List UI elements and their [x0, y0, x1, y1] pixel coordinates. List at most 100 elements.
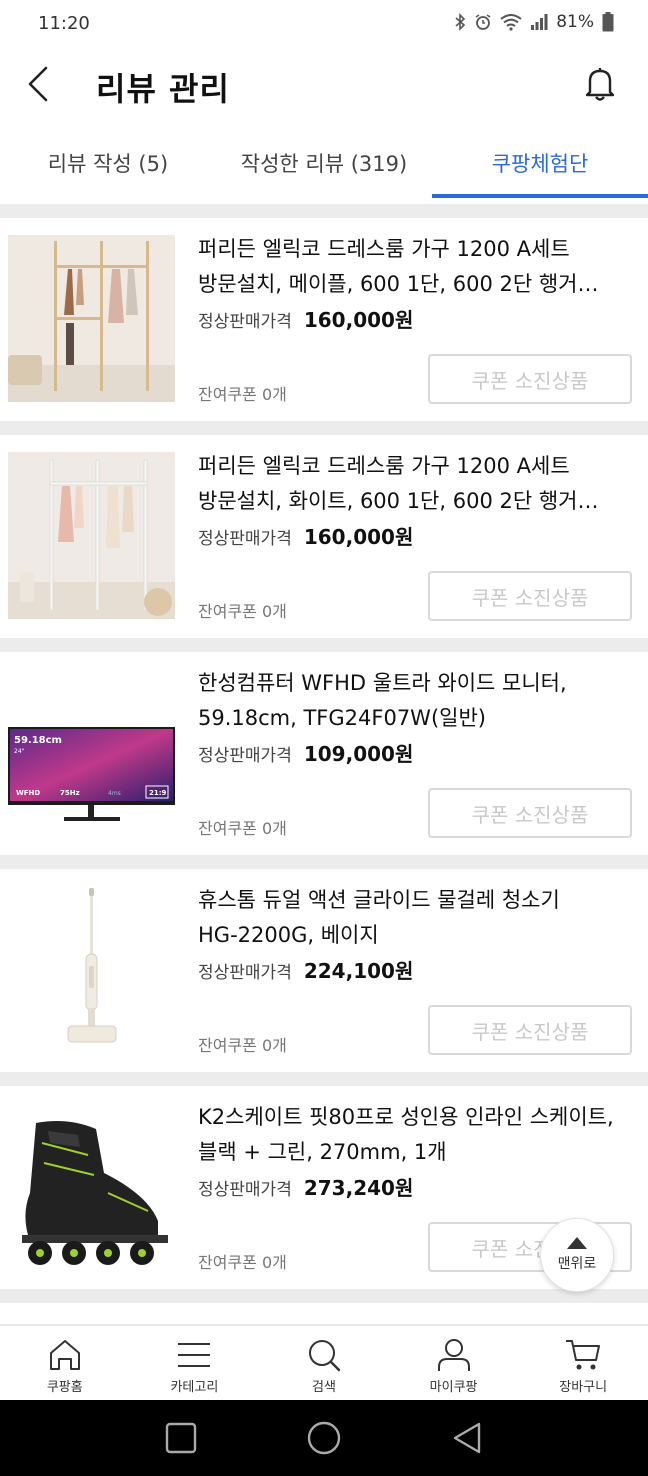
- product-info: K2스케이트 핏80프로 성인용 인라인 스케이트, 블랙 + 그린, 270m…: [198, 1100, 628, 1201]
- product-title: 한성컴퓨터 WFHD 울트라 와이드 모니터,: [198, 671, 567, 695]
- divider: [0, 421, 648, 435]
- nav-label: 마이쿠팡: [429, 1380, 478, 1395]
- product-info: 퍼리든 엘릭코 드레스룸 가구 1200 A세트 방문설치, 화이트, 600 …: [198, 449, 628, 550]
- coupons-left: 잔여쿠폰 0개: [198, 385, 287, 404]
- divider: [0, 855, 648, 869]
- price-value: 224,100원: [303, 959, 414, 983]
- price-row: 정상판매가격 109,000원: [198, 738, 628, 767]
- divider: [0, 204, 648, 218]
- bluetooth-icon: [455, 13, 466, 31]
- circle-icon: [307, 1421, 341, 1455]
- coupon-exhausted-button[interactable]: 쿠폰 소진상품: [428, 788, 632, 838]
- price-value: 160,000원: [303, 308, 414, 332]
- list-item[interactable]: 휴스톰 듀얼 액션 글라이드 물걸레 청소기 HG-2200G, 베이지 정상판…: [0, 869, 648, 1072]
- search-icon: [308, 1340, 341, 1372]
- thumb-ratio-text: 21:9: [149, 789, 167, 797]
- notification-button[interactable]: [580, 64, 620, 104]
- nav-category[interactable]: 카테고리: [130, 1326, 260, 1400]
- thumb-hz-text: 75Hz: [60, 789, 80, 797]
- coupons-left: 잔여쿠폰 0개: [198, 602, 287, 621]
- status-time: 11:20: [38, 13, 90, 34]
- nav-label: 카테고리: [170, 1380, 219, 1395]
- product-info: 휴스톰 듀얼 액션 글라이드 물걸레 청소기 HG-2200G, 베이지 정상판…: [198, 883, 628, 984]
- battery-icon: [602, 12, 614, 32]
- back-button[interactable]: [18, 62, 58, 106]
- page-title: 리뷰 관리: [96, 70, 230, 108]
- price-label: 정상판매가격: [198, 963, 292, 983]
- nav-my-coupang[interactable]: 마이쿠팡: [389, 1326, 519, 1400]
- triangle-left-icon: [453, 1422, 480, 1454]
- tab-coupang-experience[interactable]: 쿠팡체험단: [432, 128, 648, 198]
- bell-icon: [585, 68, 615, 101]
- triangle-up-icon: [567, 1237, 587, 1249]
- price-row: 정상판매가격 160,000원: [198, 521, 628, 550]
- price-row: 정상판매가격 273,240원: [198, 1172, 628, 1201]
- status-bar: 11:20 81%: [0, 0, 648, 50]
- wifi-icon: [500, 14, 522, 31]
- divider: [0, 1072, 648, 1086]
- tab-write-review[interactable]: 리뷰 작성 (5): [0, 128, 216, 198]
- thumb-diag-text: 24": [14, 748, 25, 755]
- product-title: K2스케이트 핏80프로 성인용 인라인 스케이트,: [198, 1105, 614, 1129]
- price-value: 273,240원: [303, 1176, 414, 1200]
- list-item[interactable]: 59.18cm 24" WFHD 75Hz 4ms 21:9 한성컴퓨터 WFH…: [0, 652, 648, 855]
- coupons-left: 잔여쿠폰 0개: [198, 1253, 287, 1272]
- nav-label: 쿠팡홈: [46, 1380, 83, 1395]
- coupons-left: 잔여쿠폰 0개: [198, 819, 287, 838]
- product-image: [8, 1103, 175, 1270]
- divider: [0, 638, 648, 652]
- price-label: 정상판매가격: [198, 1180, 292, 1200]
- product-title: 59.18cm, TFG24F07W(일반): [198, 706, 486, 730]
- chevron-left-icon: [28, 66, 48, 102]
- nav-cart[interactable]: 장바구니: [518, 1326, 648, 1400]
- tab-written-reviews[interactable]: 작성한 리뷰 (319): [216, 128, 432, 198]
- product-title: 휴스톰 듀얼 액션 글라이드 물걸레 청소기: [198, 888, 560, 912]
- scroll-to-top-label: 맨위로: [557, 1256, 597, 1272]
- battery-percent: 81%: [556, 12, 594, 32]
- nav-home[interactable]: 쿠팡홈: [0, 1326, 130, 1400]
- list-item[interactable]: 퍼리든 엘릭코 드레스룸 가구 1200 A세트 방문설치, 화이트, 600 …: [0, 435, 648, 638]
- status-icons: 81%: [454, 12, 614, 32]
- square-icon: [166, 1422, 197, 1454]
- review-tabs: 리뷰 작성 (5) 작성한 리뷰 (319) 쿠팡체험단: [0, 128, 648, 198]
- coupon-exhausted-button[interactable]: 쿠폰 소진상품: [428, 571, 632, 621]
- divider: [0, 1289, 648, 1303]
- price-value: 160,000원: [303, 525, 414, 549]
- price-label: 정상판매가격: [198, 529, 292, 549]
- product-title: HG-2200G, 베이지: [198, 923, 379, 947]
- price-row: 정상판매가격 224,100원: [198, 955, 628, 984]
- nav-label: 검색: [312, 1380, 336, 1395]
- home-button[interactable]: [300, 1414, 348, 1462]
- recents-button[interactable]: [157, 1414, 205, 1462]
- home-icon: [49, 1340, 80, 1370]
- alarm-icon: [475, 14, 491, 30]
- price-label: 정상판매가격: [198, 746, 292, 766]
- thumb-ms-text: 4ms: [108, 790, 121, 797]
- menu-icon: [178, 1343, 211, 1367]
- product-image: [8, 452, 175, 619]
- signal-icon: [531, 14, 548, 30]
- price-row: 정상판매가격 160,000원: [198, 304, 628, 333]
- coupons-left: 잔여쿠폰 0개: [198, 1036, 287, 1055]
- app-header: 리뷰 관리: [0, 50, 648, 120]
- product-title: 방문설치, 메이플, 600 1단, 600 2단 행거…: [198, 272, 599, 296]
- thumb-wfhd-text: WFHD: [16, 789, 40, 797]
- list-item[interactable]: 퍼리든 엘릭코 드레스룸 가구 1200 A세트 방문설치, 메이플, 600 …: [0, 218, 648, 421]
- product-list: 퍼리든 엘릭코 드레스룸 가구 1200 A세트 방문설치, 메이플, 600 …: [0, 204, 648, 1303]
- cart-icon: [566, 1340, 601, 1370]
- system-back-button[interactable]: [443, 1414, 491, 1462]
- nav-search[interactable]: 검색: [259, 1326, 389, 1400]
- product-title: 방문설치, 화이트, 600 1단, 600 2단 행거…: [198, 489, 599, 513]
- system-nav-bar: [0, 1400, 648, 1476]
- user-icon: [437, 1339, 470, 1371]
- product-info: 한성컴퓨터 WFHD 울트라 와이드 모니터, 59.18cm, TFG24F0…: [198, 666, 628, 767]
- bottom-nav: 쿠팡홈 카테고리 검색 마이쿠팡 장바구니: [0, 1324, 648, 1400]
- coupon-exhausted-button[interactable]: 쿠폰 소진상품: [428, 1005, 632, 1055]
- thumb-size-text: 59.18cm: [14, 735, 62, 746]
- scroll-to-top-button[interactable]: 맨위로: [540, 1218, 614, 1292]
- product-title: 블랙 + 그린, 270mm, 1개: [198, 1140, 447, 1164]
- product-image: 59.18cm 24" WFHD 75Hz 4ms 21:9: [8, 669, 175, 836]
- product-image: [8, 235, 175, 402]
- coupon-exhausted-button[interactable]: 쿠폰 소진상품: [428, 354, 632, 404]
- price-label: 정상판매가격: [198, 312, 292, 332]
